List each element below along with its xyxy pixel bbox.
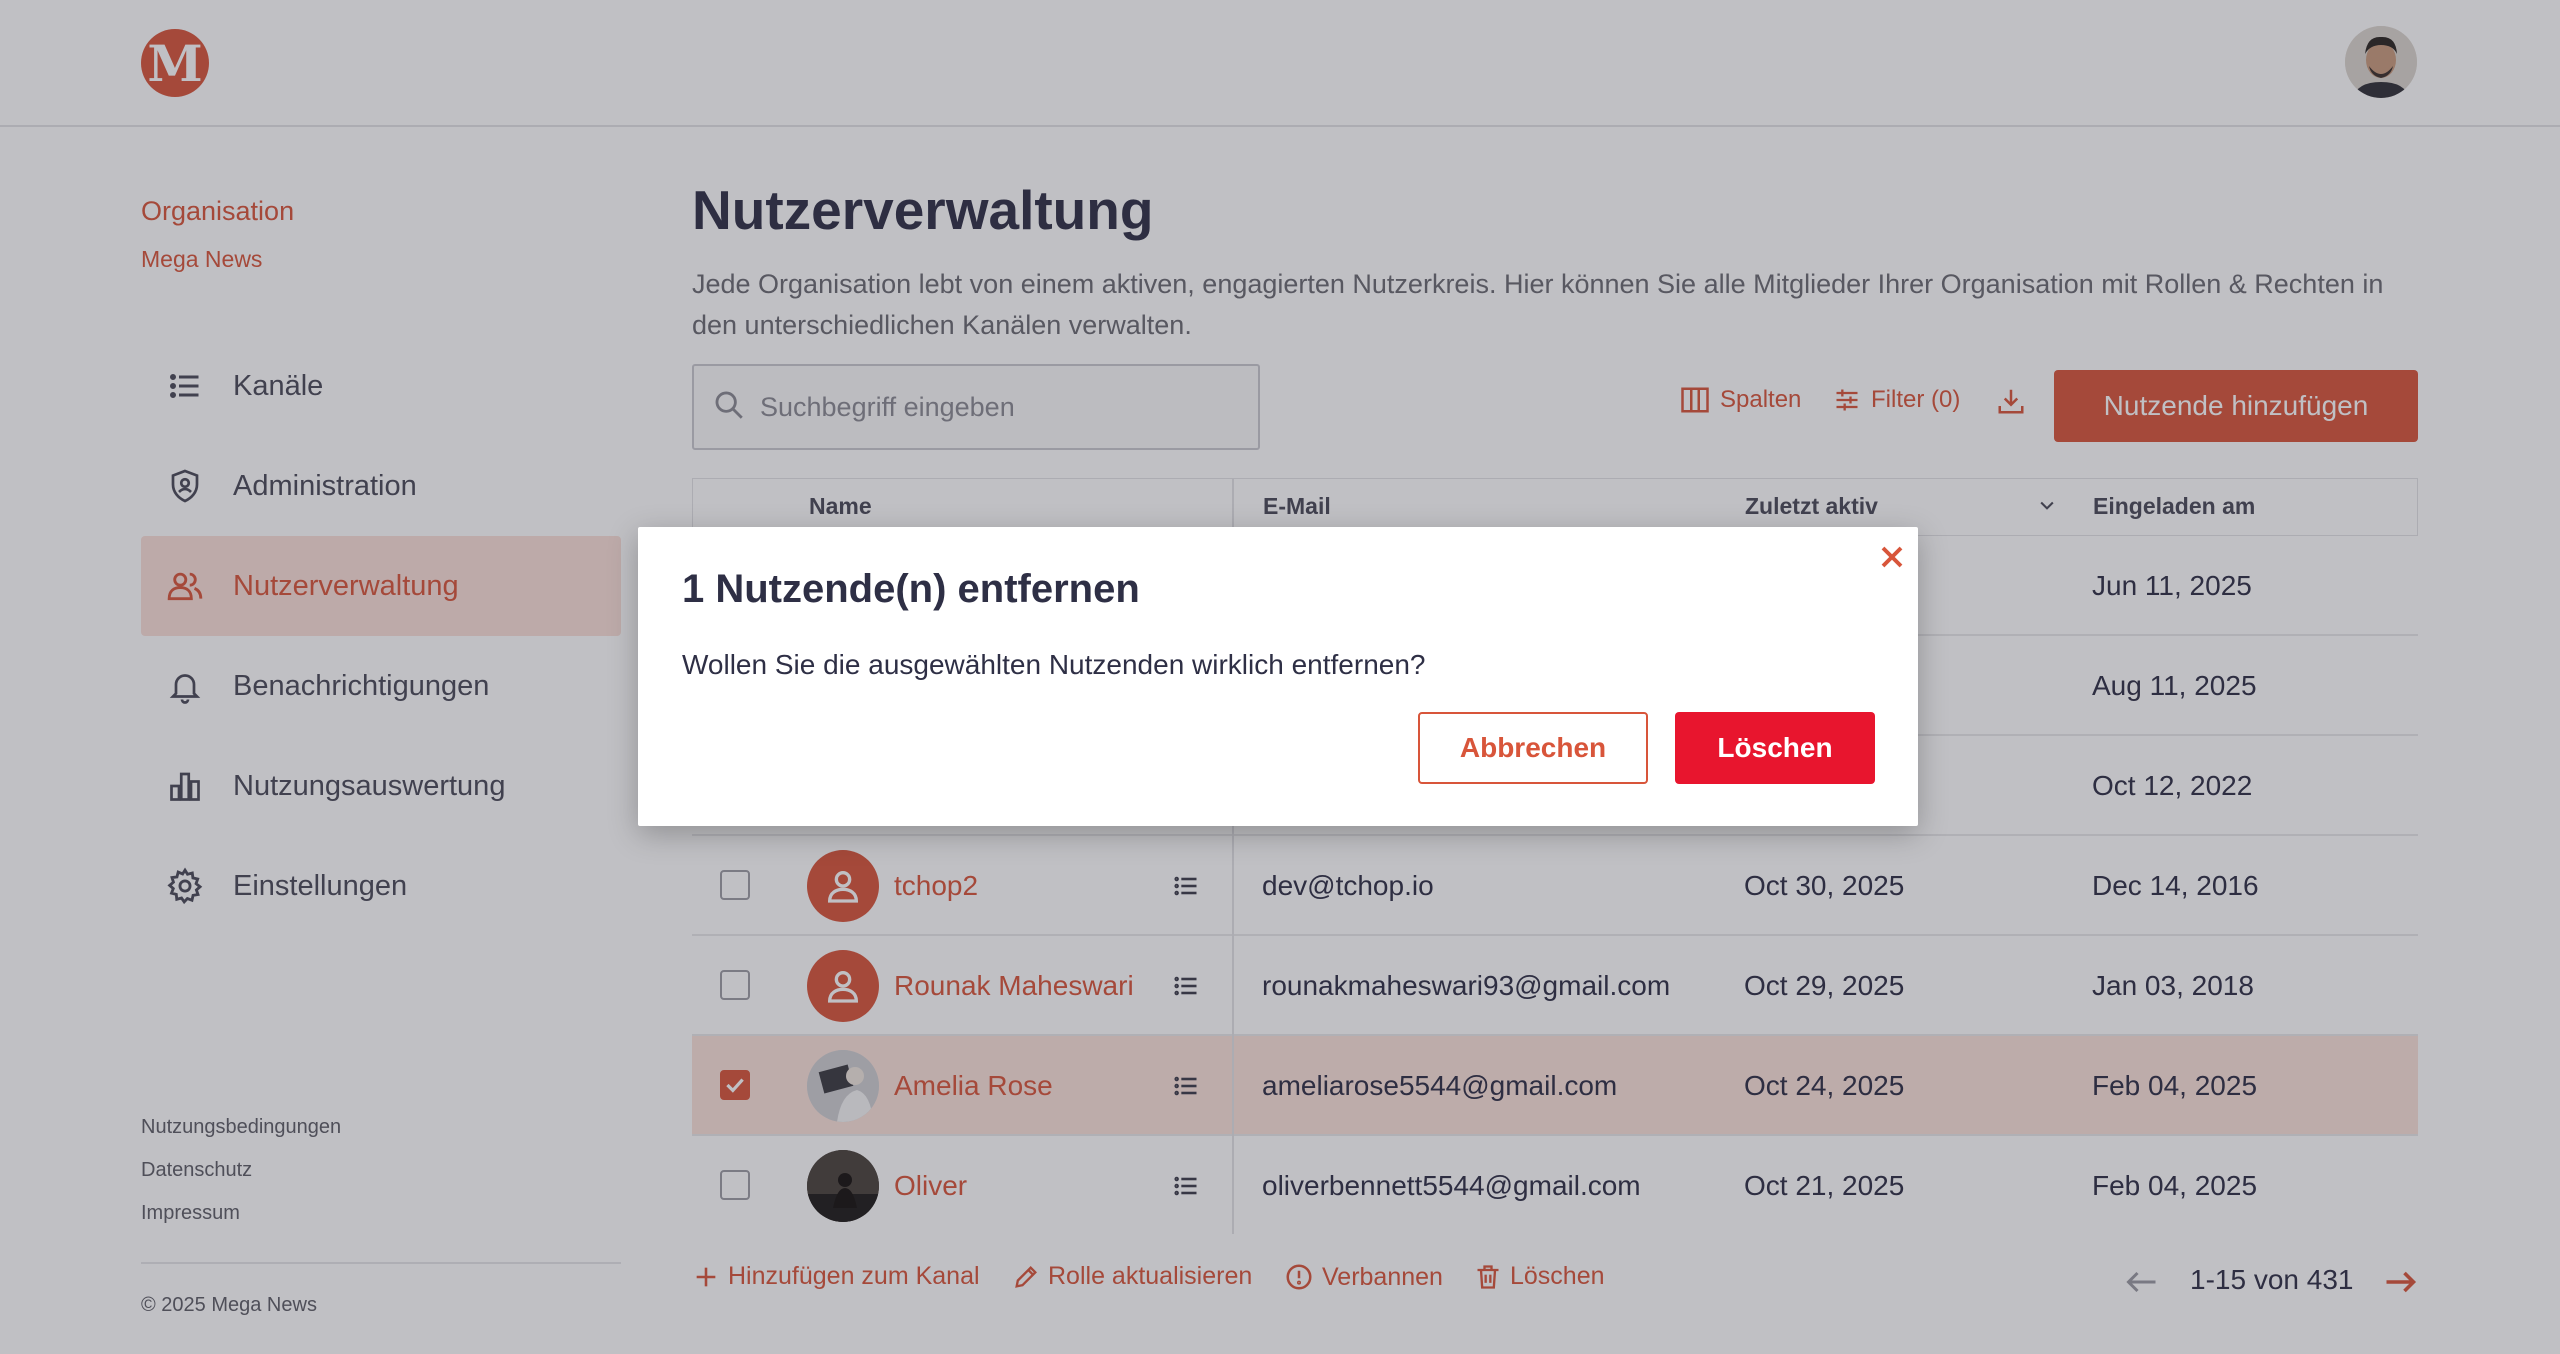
confirm-delete-dialog: 1 Nutzende(n) entfernen Wollen Sie die a…: [638, 527, 1918, 826]
close-icon[interactable]: [1874, 539, 1910, 575]
dialog-title: 1 Nutzende(n) entfernen: [682, 567, 1140, 611]
dialog-message: Wollen Sie die ausgewählten Nutzenden wi…: [682, 649, 1426, 680]
confirm-delete-button[interactable]: Löschen: [1675, 712, 1875, 784]
cancel-button[interactable]: Abbrechen: [1418, 712, 1648, 784]
